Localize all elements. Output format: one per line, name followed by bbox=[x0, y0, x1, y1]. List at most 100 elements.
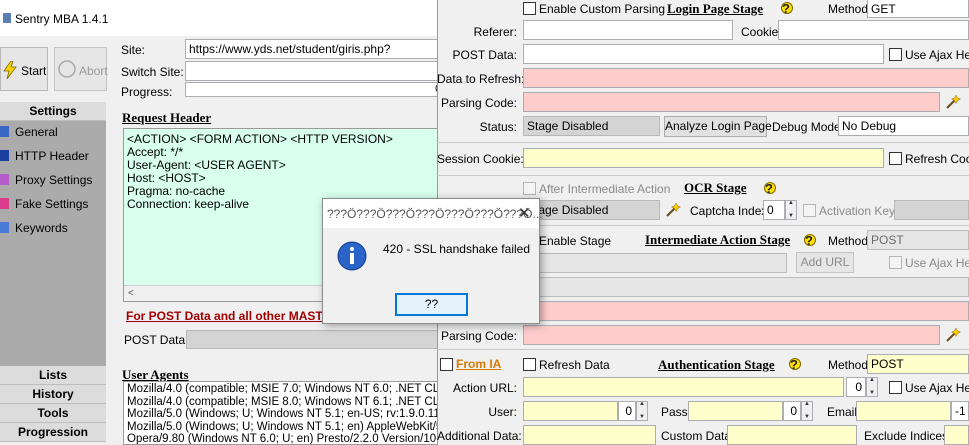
action-url-index-input[interactable]: 0 bbox=[846, 377, 866, 397]
intermediate-post-data-input[interactable] bbox=[523, 277, 969, 297]
email-index-input[interactable]: -1 bbox=[951, 401, 969, 421]
additional-data-input[interactable] bbox=[523, 425, 656, 445]
action-url-index-spinner[interactable] bbox=[866, 377, 878, 397]
from-ia-link[interactable]: From IA bbox=[456, 357, 501, 371]
help-bulb-icon[interactable]: ? bbox=[787, 357, 801, 373]
activation-key-label: Activation Key: bbox=[819, 204, 899, 218]
intermediate-refresh-input[interactable] bbox=[523, 301, 969, 321]
abort-button[interactable]: Abort bbox=[54, 47, 108, 91]
pass-index-input[interactable]: 0 bbox=[783, 401, 801, 421]
intermediate-use-ajax-checkbox[interactable] bbox=[889, 256, 902, 269]
magic-wand-icon[interactable] bbox=[945, 94, 961, 110]
general-icon bbox=[0, 126, 9, 137]
intermediate-method-select[interactable]: POST bbox=[867, 230, 969, 250]
intermediate-use-ajax-label: Use Ajax Hea bbox=[905, 256, 969, 270]
login-page-stage-title: Login Page Stage bbox=[667, 1, 764, 16]
user-index-spinner[interactable] bbox=[636, 401, 648, 421]
site-input[interactable]: https://www.yds.net/student/giris.php? bbox=[185, 39, 445, 59]
window-title: Sentry MBA 1.4.1 bbox=[15, 12, 109, 26]
login-status-label: Status: bbox=[479, 120, 517, 134]
after-intermediate-checkbox[interactable] bbox=[523, 182, 536, 195]
pass-index-spinner[interactable] bbox=[801, 401, 813, 421]
list-item[interactable]: Opera/9.80 (Windows NT 6.0; U; en) Prest… bbox=[127, 433, 445, 444]
nav-tab-history[interactable]: History bbox=[0, 385, 106, 404]
nav-item-http-header[interactable]: HTTP Header bbox=[0, 145, 106, 167]
switch-site-input[interactable] bbox=[185, 61, 445, 81]
debug-mode-select[interactable]: No Debug bbox=[838, 116, 969, 136]
intermediate-parsing-code-input[interactable] bbox=[523, 325, 940, 345]
refresh-cookie-checkbox[interactable] bbox=[889, 152, 902, 165]
nav-tab-progression[interactable]: Progression bbox=[0, 423, 106, 442]
user-input[interactable] bbox=[523, 401, 618, 421]
intermediate-url-input[interactable] bbox=[523, 253, 787, 273]
cookie-input[interactable] bbox=[778, 20, 969, 40]
scroll-left-icon[interactable]: < bbox=[128, 287, 134, 300]
dialog-title: ???Ö???Ö???Ö???Ö???Ö???Ö???Ö... bbox=[327, 207, 543, 221]
add-url-button[interactable]: Add URL bbox=[796, 252, 854, 273]
start-label: Start bbox=[21, 64, 47, 78]
pass-input[interactable] bbox=[688, 401, 783, 421]
error-dialog: ???Ö???Ö???Ö???Ö???Ö???Ö???Ö... ✕ 420 - … bbox=[322, 198, 543, 324]
login-use-ajax-label: Use Ajax Hea bbox=[905, 48, 969, 62]
close-icon[interactable]: ✕ bbox=[518, 204, 531, 222]
magic-wand-icon[interactable] bbox=[945, 327, 961, 343]
data-refresh-input[interactable] bbox=[523, 68, 969, 88]
title-bar: Sentry MBA 1.4.1 bbox=[0, 0, 445, 36]
dialog-message: 420 - SSL handshake failed bbox=[383, 242, 530, 256]
switch-site-label: Switch Site: bbox=[121, 65, 184, 79]
cookie-label: Cookie: bbox=[741, 25, 782, 39]
start-button[interactable]: Start bbox=[0, 47, 48, 91]
magic-wand-icon[interactable] bbox=[665, 202, 681, 218]
auth-method-select[interactable]: POST bbox=[867, 354, 969, 374]
captcha-index-spinner[interactable] bbox=[785, 200, 797, 220]
session-cookie-input[interactable] bbox=[523, 148, 884, 168]
ocr-status-value: Stage Disabled bbox=[523, 200, 660, 220]
login-method-label: Method: bbox=[828, 2, 872, 16]
info-icon bbox=[337, 241, 367, 271]
help-bulb-icon[interactable]: ? bbox=[779, 1, 793, 17]
nav-tab-tools[interactable]: Tools bbox=[0, 404, 106, 423]
abort-label: Abort bbox=[79, 64, 108, 78]
dialog-ok-button[interactable]: ?? bbox=[395, 293, 468, 316]
custom-data-input[interactable] bbox=[727, 425, 857, 445]
nav-tab-lists[interactable]: Lists bbox=[0, 366, 106, 385]
from-ia-checkbox[interactable] bbox=[440, 358, 453, 371]
login-post-data-input[interactable] bbox=[523, 44, 884, 64]
activation-key-checkbox[interactable] bbox=[803, 204, 816, 217]
enable-custom-parsing-checkbox[interactable] bbox=[523, 2, 536, 15]
action-url-input[interactable] bbox=[523, 377, 844, 397]
referer-input[interactable] bbox=[523, 20, 733, 40]
list-item[interactable]: Mozilla/4.0 (compatible; MSIE 8.0; Windo… bbox=[127, 396, 445, 409]
settings-header[interactable]: Settings bbox=[0, 102, 106, 121]
email-input[interactable] bbox=[856, 401, 951, 421]
list-item[interactable]: Mozilla/5.0 (Windows; U; Windows NT 5.1;… bbox=[127, 408, 445, 421]
captcha-index-input[interactable]: 0 bbox=[763, 200, 785, 220]
divider bbox=[437, 175, 969, 176]
help-bulb-icon[interactable]: ? bbox=[802, 233, 816, 249]
user-agents-list[interactable]: Mozilla/4.0 (compatible; MSIE 7.0; Windo… bbox=[123, 381, 445, 445]
login-use-ajax-checkbox[interactable] bbox=[889, 48, 902, 61]
activation-key-input[interactable] bbox=[894, 200, 969, 220]
nav-item-general[interactable]: General bbox=[0, 121, 106, 143]
user-index-input[interactable]: 0 bbox=[618, 401, 636, 421]
list-item[interactable]: Mozilla/5.0 (Windows; U; Windows NT 5.1;… bbox=[127, 421, 445, 434]
divider bbox=[437, 349, 969, 350]
nav-item-proxy-settings[interactable]: Proxy Settings bbox=[0, 169, 106, 191]
login-parsing-code-label: Parsing Code: bbox=[440, 96, 517, 110]
exclude-indices-input[interactable] bbox=[944, 425, 969, 445]
post-data-input[interactable] bbox=[186, 330, 445, 349]
login-method-select[interactable]: GET bbox=[867, 0, 969, 18]
login-status-value: Stage Disabled bbox=[523, 116, 660, 136]
post-data-label: POST Data: bbox=[124, 333, 189, 347]
login-parsing-code-input[interactable] bbox=[523, 92, 940, 112]
nav-item-fake-settings[interactable]: Fake Settings bbox=[0, 193, 106, 215]
help-bulb-icon[interactable]: ? bbox=[762, 181, 776, 197]
auth-use-ajax-label: Use Ajax Hea bbox=[905, 381, 969, 395]
analyze-login-page-button[interactable]: Analyze Login Page bbox=[664, 116, 772, 137]
refresh-data-checkbox[interactable] bbox=[523, 358, 536, 371]
list-item[interactable]: Mozilla/4.0 (compatible; MSIE 7.0; Windo… bbox=[127, 383, 445, 396]
auth-use-ajax-checkbox[interactable] bbox=[889, 381, 902, 394]
nav-item-keywords[interactable]: Keywords bbox=[0, 217, 106, 239]
captcha-index-label: Captcha Index: bbox=[690, 204, 771, 218]
data-refresh-label: Data to Refresh: bbox=[437, 72, 525, 86]
